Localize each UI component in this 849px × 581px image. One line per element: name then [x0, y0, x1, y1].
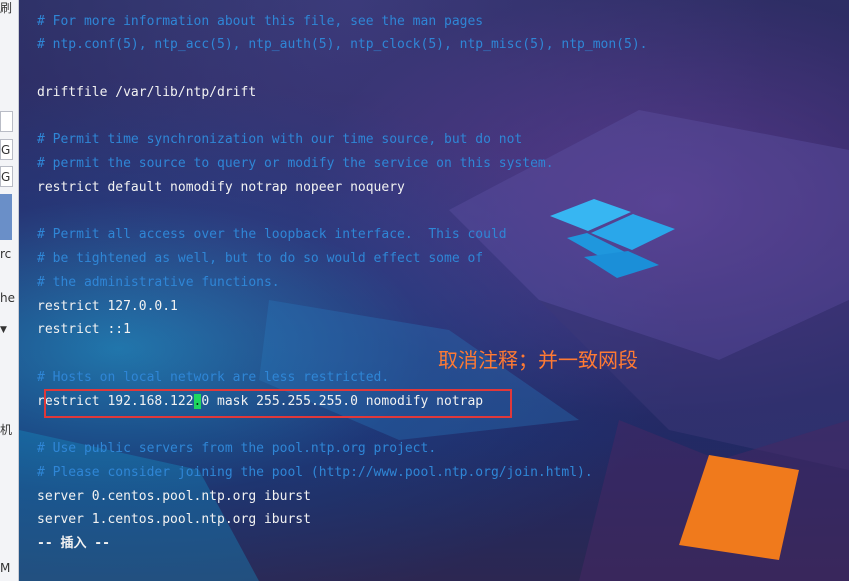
config-line: server 1.centos.pool.ntp.org iburst: [37, 512, 311, 527]
config-line: # the administrative functions.: [37, 275, 280, 290]
config-line: server 0.centos.pool.ntp.org iburst: [37, 489, 311, 504]
config-line: # Permit all access over the loopback in…: [37, 227, 507, 242]
config-line: # permit the source to query or modify t…: [37, 156, 554, 171]
caret-down-icon[interactable]: ▼: [0, 322, 18, 338]
config-line: restrict default nomodify notrap nopeer …: [37, 180, 405, 195]
vim-mode-indicator: -- 插入 --: [37, 536, 110, 551]
annotation-note: 取消注释；并一致网段: [438, 348, 638, 372]
highlight-box: [44, 389, 512, 418]
config-line: # For more information about this file, …: [37, 14, 484, 29]
config-line: restrict ::1: [37, 322, 131, 337]
sidebar-input[interactable]: [0, 111, 13, 132]
config-line: # ntp.conf(5), ntp_acc(5), ntp_auth(5), …: [37, 37, 648, 52]
sidebar-fragment: he: [0, 291, 15, 305]
sidebar-fragment: 机: [0, 423, 13, 437]
config-line: # Permit time synchronization with our t…: [37, 132, 523, 147]
config-line: # Use public servers from the pool.ntp.o…: [37, 441, 437, 456]
sidebar-fragment: rc: [0, 247, 12, 261]
vim-terminal[interactable]: # For more information about this file, …: [19, 0, 849, 581]
config-line: # Hosts on local network are less restri…: [37, 370, 390, 385]
config-line: driftfile /var/lib/ntp/drift: [37, 85, 257, 100]
config-line: restrict 127.0.0.1: [37, 299, 178, 314]
sidebar-fragment: G: [1, 170, 11, 184]
sidebar-fragment: 刷: [0, 1, 13, 15]
config-line: # Please consider joining the pool (http…: [37, 465, 593, 480]
sidebar-selected-item[interactable]: [0, 194, 12, 240]
config-line: # be tightened as well, but to do so wou…: [37, 251, 484, 266]
sidebar-fragment: G: [1, 143, 11, 157]
sidebar-fragment: M: [0, 561, 11, 575]
background-app-sidebar: 刷 G G rc he ▼ 机 M: [0, 0, 19, 581]
